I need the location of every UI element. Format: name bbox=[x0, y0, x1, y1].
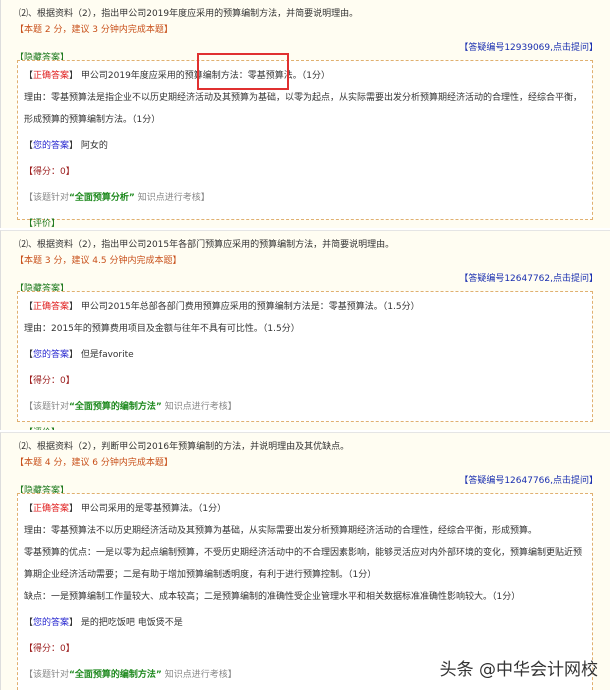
kp-prefix: 【该题针对 bbox=[24, 193, 70, 203]
ask-question-link[interactable]: 【答疑编号12939069,点击提问】 bbox=[459, 40, 598, 53]
correct-answer-label: 正确答案 bbox=[33, 71, 70, 81]
correct-answer-label: 正确答案 bbox=[33, 504, 70, 514]
correct-answer-text: 甲公司2015年总部各部门费用预算应采用的预算编制方法是：零基预算法。（1.5分… bbox=[80, 302, 420, 312]
correct-answer-text: 甲公司采用的是零基预算法。（1分） bbox=[80, 504, 227, 514]
correct-answer: 【正确答案】 甲公司2015年总部各部门费用预算应采用的预算编制方法是：零基预算… bbox=[24, 302, 420, 312]
kp-suffix: 知识点进行考核】 bbox=[137, 193, 210, 203]
kp-prefix: 【该题针对 bbox=[24, 402, 70, 412]
your-answer-label: 您的答案 bbox=[33, 141, 70, 151]
question-text: ⑵、根据资料（2），指出甲公司2015年各部门预算应采用的预算编制方法，并简要说… bbox=[19, 240, 395, 250]
answer-box: 【正确答案】 甲公司2015年总部各部门费用预算应采用的预算编制方法是：零基预算… bbox=[17, 291, 593, 430]
evaluate-link[interactable]: 【评价】 bbox=[24, 213, 586, 228]
your-answer: 【您的答案】 阿女的 bbox=[24, 141, 108, 151]
your-answer: 【您的答案】 但是favorite bbox=[24, 350, 134, 360]
evaluate-link[interactable]: 【评价】 bbox=[24, 422, 586, 430]
kp-prefix: 【该题针对 bbox=[24, 670, 70, 680]
knowledge-point-link[interactable]: “全面预算分析” bbox=[69, 193, 135, 203]
answer-line: 缺点：一是预算编制工作量较大、成本较高；二是预算编制的准确性受企业管理水平和相关… bbox=[24, 592, 521, 602]
ask-question-link[interactable]: 【答疑编号12647766,点击提问】 bbox=[459, 473, 598, 486]
question-text: ⑵、根据资料（2），指出甲公司2019年度应采用的预算编制方法，并简要说明理由。 bbox=[19, 9, 359, 19]
correct-answer: 【正确答案】 甲公司采用的是零基预算法。（1分） bbox=[24, 504, 227, 514]
knowledge-point: 【该题针对“全面预算的编制方法” 知识点进行考核】 bbox=[24, 396, 586, 418]
answer-line: 零基预算的优点：一是以零为起点编制预算，不受历史期经济活动中的不合理因素影响，能… bbox=[24, 548, 583, 580]
question-text: ⑵、根据资料（2），判断甲公司2016年预算编制的方法，并说明理由及其优缺点。 bbox=[19, 442, 350, 452]
highlight-box bbox=[197, 53, 289, 90]
question-panel: ⑵、根据资料（2），指出甲公司2019年度应采用的预算编制方法，并简要说明理由。… bbox=[0, 0, 610, 228]
knowledge-point-link[interactable]: “全面预算的编制方法” bbox=[69, 402, 162, 412]
your-answer-text: 是的把吃饭吧 电饭煲不是 bbox=[80, 618, 183, 628]
watermark: 头条 @中华会计网校 bbox=[439, 660, 598, 680]
your-answer-text: 阿女的 bbox=[80, 141, 108, 151]
answer-line: 理由：零基预算法是指企业不以历史期经济活动及其预算为基础，以零为起点，从实际需要… bbox=[24, 93, 583, 125]
score: 【得分：0】 bbox=[24, 167, 75, 177]
knowledge-point: 【该题针对“全面预算分析” 知识点进行考核】 bbox=[24, 187, 586, 209]
ask-question-link[interactable]: 【答疑编号12647762,点击提问】 bbox=[459, 271, 598, 284]
question-panel: ⑵、根据资料（2），判断甲公司2016年预算编制的方法，并说明理由及其优缺点。 … bbox=[0, 432, 610, 690]
correct-answer-label: 正确答案 bbox=[33, 302, 70, 312]
score: 【得分：0】 bbox=[24, 376, 75, 386]
your-answer-label: 您的答案 bbox=[33, 618, 70, 628]
your-answer: 【您的答案】 是的把吃饭吧 电饭煲不是 bbox=[24, 618, 183, 628]
answer-box: 【正确答案】 甲公司2019年度应采用的预算编制方法：零基预算法。（1分） 理由… bbox=[17, 60, 593, 228]
your-answer-text: 但是favorite bbox=[80, 350, 134, 360]
score-hint: 【本题 2 分，建议 3 分钟内完成本题】 bbox=[15, 25, 173, 35]
your-answer-label: 您的答案 bbox=[33, 350, 70, 360]
score-hint: 【本题 4 分，建议 6 分钟内完成本题】 bbox=[15, 458, 173, 468]
question-panel: ⑵、根据资料（2），指出甲公司2015年各部门预算应采用的预算编制方法，并简要说… bbox=[0, 230, 610, 430]
correct-answer: 【正确答案】 甲公司2019年度应采用的预算编制方法：零基预算法。（1分） bbox=[24, 71, 331, 81]
kp-suffix: 知识点进行考核】 bbox=[164, 670, 237, 680]
kp-suffix: 知识点进行考核】 bbox=[164, 402, 237, 412]
score-hint: 【本题 3 分，建议 4.5 分钟内完成本题】 bbox=[15, 256, 182, 266]
answer-line: 理由：零基预算法不以历史期经济活动及其预算为基础，从实际需要出发分析预算期经济活… bbox=[24, 526, 538, 536]
knowledge-point-link[interactable]: “全面预算的编制方法” bbox=[69, 670, 162, 680]
answer-line: 理由：2015年的预算费用项目及金额与往年不具有可比性。（1.5分） bbox=[24, 324, 300, 334]
